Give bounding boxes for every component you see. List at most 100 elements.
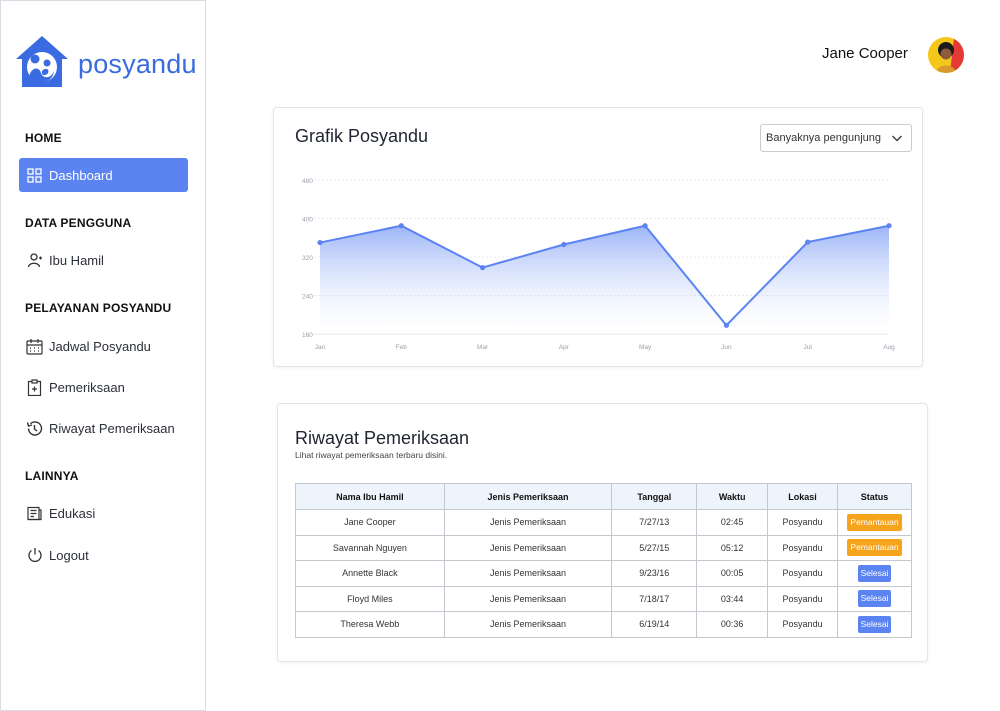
x-tick-label: Jul: [804, 344, 813, 351]
history-subtitle: Lihat riwayat pemeriksaan terbaru disini…: [295, 450, 448, 460]
status-badge[interactable]: Pemantauan: [847, 539, 902, 557]
sidebar-item-label: Pemeriksaan: [49, 379, 125, 395]
y-tick-label: 240: [302, 294, 313, 301]
sidebar-item-label: Jadwal Posyandu: [49, 338, 151, 354]
cell-location: Posyandu: [767, 560, 839, 587]
history-card: Riwayat Pemeriksaan Lihat riwayat pemeri…: [277, 403, 928, 662]
table-row[interactable]: Theresa Webb Jenis Pemeriksaan 6/19/14 0…: [295, 611, 912, 638]
dashboard-grid-icon: [26, 167, 43, 184]
posyandu-logo-icon: [13, 33, 71, 96]
document-icon: [26, 505, 43, 522]
cell-time: 00:36: [696, 611, 769, 638]
data-point[interactable]: [479, 264, 486, 271]
chart-card: Grafik Posyandu Banyaknya pengunjung 160…: [273, 107, 923, 367]
sidebar-item-logout[interactable]: Logout: [19, 538, 188, 572]
data-point[interactable]: [805, 239, 811, 245]
cell-type: Jenis Pemeriksaan: [443, 534, 613, 561]
sidebar-item-pemeriksaan[interactable]: Pemeriksaan: [19, 370, 188, 404]
user-avatar[interactable]: [928, 37, 964, 73]
cell-name: Theresa Webb: [295, 611, 445, 638]
cell-date: 5/27/15: [611, 534, 698, 561]
cell-time: 03:44: [696, 585, 769, 612]
visitors-area-chart: 160 240 320 400 480 Jan Feb Mar Apr May Jun Jul Aug: [302, 178, 895, 351]
data-point[interactable]: [317, 239, 323, 246]
cell-date: 9/23/16: [611, 560, 698, 587]
status-badge[interactable]: Pemantauan: [847, 513, 902, 531]
y-tick-label: 480: [302, 178, 313, 185]
sidebar-item-ibu-hamil[interactable]: Ibu Hamil: [19, 243, 188, 277]
column-header[interactable]: Status: [837, 483, 912, 510]
cell-time: 05:12: [696, 534, 769, 561]
x-tick-label: Feb: [396, 344, 408, 351]
cell-date: 7/18/17: [611, 585, 698, 612]
x-tick-label: Mar: [477, 344, 489, 351]
cell-type: Jenis Pemeriksaan: [443, 509, 613, 536]
data-point[interactable]: [561, 241, 567, 248]
history-icon: [26, 420, 43, 437]
data-point[interactable]: [642, 223, 648, 229]
column-header[interactable]: Lokasi: [767, 483, 839, 510]
x-tick-label: Aug: [883, 344, 895, 351]
x-tick-label: Jan: [315, 344, 326, 351]
sidebar: posyandu HOME Dashboard DATA PENGGUNA Ib…: [0, 0, 206, 711]
table-row[interactable]: Floyd Miles Jenis Pemeriksaan 7/18/17 03…: [295, 585, 912, 612]
cell-date: 6/19/14: [611, 611, 698, 638]
status-badge[interactable]: Selesai: [857, 564, 892, 582]
sidebar-item-edukasi[interactable]: Edukasi: [19, 496, 188, 530]
cell-time: 00:05: [696, 560, 769, 587]
table-row[interactable]: Annette Black Jenis Pemeriksaan 9/23/16 …: [295, 560, 912, 587]
cell-location: Posyandu: [767, 585, 839, 612]
sidebar-item-jadwal[interactable]: Jadwal Posyandu: [19, 329, 188, 363]
data-point[interactable]: [723, 322, 730, 328]
history-title: Riwayat Pemeriksaan: [295, 428, 470, 448]
section-pelayanan: PELAYANAN POSYANDU: [25, 301, 172, 315]
cell-name: Annette Black: [295, 560, 445, 587]
table-row[interactable]: Savannah Nguyen Jenis Pemeriksaan 5/27/1…: [295, 534, 912, 561]
cell-type: Jenis Pemeriksaan: [443, 560, 613, 587]
table-row[interactable]: Jane Cooper Jenis Pemeriksaan 7/27/13 02…: [295, 509, 912, 536]
column-header[interactable]: Jenis Pemeriksaan: [443, 483, 613, 510]
user-name[interactable]: Jane Cooper: [822, 45, 908, 62]
y-tick-label: 400: [302, 217, 313, 224]
sidebar-item-label: Edukasi: [49, 505, 96, 521]
y-tick-label: 160: [302, 332, 313, 339]
sidebar-item-label: Dashboard: [49, 167, 113, 183]
sidebar-item-label: Riwayat Pemeriksaan: [49, 420, 175, 436]
sidebar-item-label: Ibu Hamil: [49, 252, 104, 268]
history-table: Nama Ibu Hamil Jenis Pemeriksaan Tanggal…: [295, 483, 912, 638]
x-tick-label: Apr: [559, 344, 570, 351]
cell-status: Pemantauan: [837, 534, 912, 561]
sidebar-item-dashboard[interactable]: Dashboard: [19, 158, 188, 192]
cell-status: Pemantauan: [837, 509, 912, 536]
cell-type: Jenis Pemeriksaan: [443, 611, 613, 638]
sidebar-item-riwayat[interactable]: Riwayat Pemeriksaan: [19, 411, 188, 445]
data-point[interactable]: [886, 223, 892, 229]
table-header-row: Nama Ibu Hamil Jenis Pemeriksaan Tanggal…: [295, 483, 912, 510]
cell-name: Savannah Nguyen: [295, 534, 445, 561]
calendar-icon: [26, 338, 43, 355]
column-header[interactable]: Waktu: [696, 483, 769, 510]
cell-location: Posyandu: [767, 509, 839, 536]
cell-location: Posyandu: [767, 534, 839, 561]
section-data-pengguna: DATA PENGGUNA: [25, 216, 132, 230]
column-header[interactable]: Tanggal: [611, 483, 698, 510]
cell-status: Selesai: [837, 585, 912, 612]
x-tick-label: Jun: [721, 344, 732, 351]
cell-time: 02:45: [696, 509, 769, 536]
power-icon: [26, 547, 43, 564]
data-point[interactable]: [398, 223, 404, 229]
brand-logo[interactable]: posyandu: [13, 33, 197, 96]
user-icon: [26, 252, 43, 269]
column-header[interactable]: Nama Ibu Hamil: [295, 483, 445, 510]
x-tick-label: May: [639, 344, 652, 351]
cell-name: Floyd Miles: [295, 585, 445, 612]
cell-name: Jane Cooper: [295, 509, 445, 536]
status-badge[interactable]: Selesai: [857, 590, 892, 608]
cell-type: Jenis Pemeriksaan: [443, 585, 613, 612]
status-badge[interactable]: Selesai: [857, 615, 892, 633]
cell-status: Selesai: [837, 560, 912, 587]
cell-status: Selesai: [837, 611, 912, 638]
cell-location: Posyandu: [767, 611, 839, 638]
y-tick-label: 320: [302, 255, 313, 262]
sidebar-item-label: Logout: [49, 547, 89, 563]
